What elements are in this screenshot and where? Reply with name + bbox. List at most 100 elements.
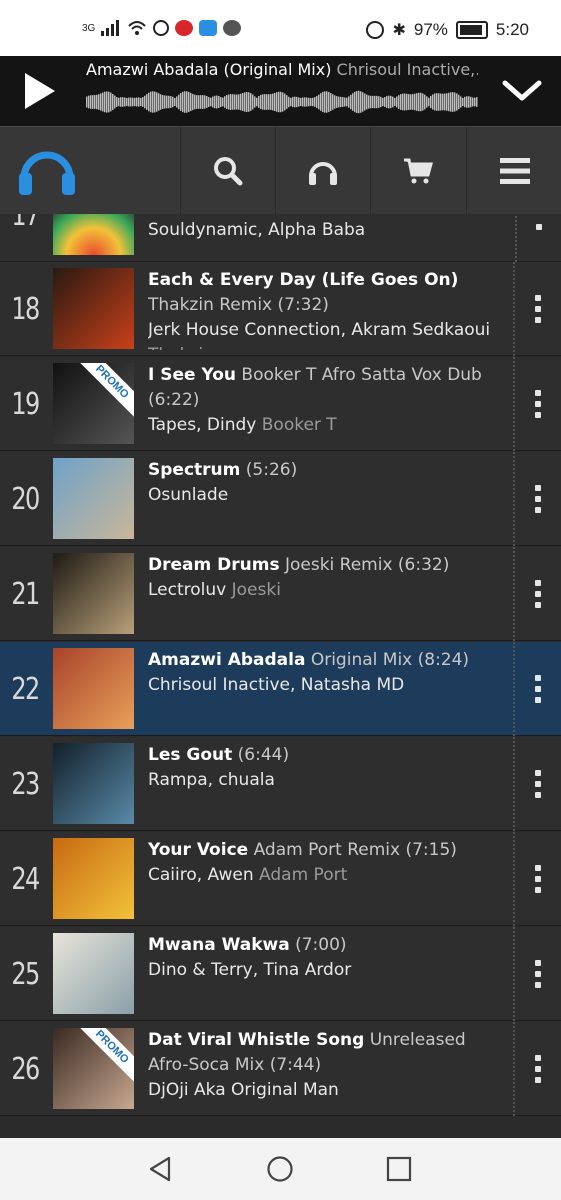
waveform-bar (384, 97, 386, 107)
track-artists: Osunlade (148, 485, 229, 505)
more-vert-icon (535, 295, 541, 323)
now-playing-artists: Chrisoul Inactive,… (336, 60, 478, 79)
track-info[interactable]: Spectrum (5:26) Osunlade (148, 458, 506, 540)
track-artwork[interactable] (53, 838, 134, 919)
track-artwork[interactable] (53, 214, 134, 255)
track-row[interactable]: 25 Mwana Wakwa (7:00) Dino & Terry, Tina A… (0, 927, 561, 1021)
track-row[interactable]: 23 Les Gout (6:44) Rampa, chuala (0, 737, 561, 831)
more-options-button[interactable] (515, 214, 561, 262)
waveform-bar (234, 94, 236, 110)
system-nav-bar (0, 1138, 561, 1200)
waveform-bar (404, 93, 406, 111)
track-info[interactable]: Mwana Wakwa (7:00) Dino & Terry, Tina Ard… (148, 933, 506, 1015)
track-number: 21 (11, 576, 40, 612)
waveform-bar (382, 97, 384, 107)
track-info[interactable]: Dream Drums Joeski Remix (6:32) Lectroluv… (148, 553, 506, 635)
now-playing-track: Amazwi Abadala (Original Mix) (86, 60, 332, 79)
cart-button[interactable] (370, 127, 465, 215)
logo[interactable] (0, 127, 180, 215)
track-row[interactable]: 19 PROMO I See You Booker T Afro Satta Vox… (0, 357, 561, 451)
track-row[interactable]: 24 Your Voice Adam Port Remix (7:15) Caiir… (0, 832, 561, 926)
waveform-bar (408, 94, 410, 110)
recents-button[interactable] (382, 1152, 416, 1186)
bitcoin-app-icon (153, 20, 170, 36)
collapse-player-button[interactable] (483, 56, 561, 126)
track-row[interactable]: 20 Spectrum (5:26) Osunlade (0, 452, 561, 546)
track-info[interactable]: Dat Viral Whistle Song Unreleased Afro-S… (148, 1028, 506, 1110)
battery-percent: 97% (413, 20, 448, 39)
waveform-bar (174, 97, 176, 107)
more-options-button[interactable] (513, 927, 561, 1021)
track-artwork[interactable] (53, 268, 134, 349)
track-info[interactable]: Your Voice Adam Port Remix (7:15) Caiiro,… (148, 838, 506, 920)
waveform-bar (440, 93, 442, 111)
waveform-bar (210, 97, 212, 107)
waveform-bar (184, 91, 186, 113)
track-artwork[interactable] (53, 553, 134, 634)
top-nav (0, 126, 561, 215)
more-options-button[interactable] (513, 1022, 561, 1116)
waveform-bar (460, 96, 462, 108)
track-artwork[interactable] (53, 458, 134, 539)
track-number: 18 (11, 291, 40, 327)
track-info[interactable]: Each & Every Day (Life Goes On) Thakzin … (148, 268, 506, 350)
track-row[interactable]: 22 Amazwi Abadala Original Mix (8:24) Chri… (0, 642, 561, 736)
menu-button[interactable] (466, 127, 561, 215)
more-vert-icon (535, 1055, 541, 1083)
track-artwork[interactable] (53, 933, 134, 1014)
chat-icon (223, 20, 242, 36)
waveform-bar (386, 96, 388, 108)
waveform-bar (120, 97, 122, 107)
more-options-button[interactable] (513, 357, 561, 451)
track-info[interactable]: Amazwi Abadala Original Mix (8:24) Chriso… (148, 648, 506, 730)
play-button[interactable] (0, 56, 78, 126)
track-artists: Jerk House Connection, Akram Sedkaoui (148, 320, 491, 340)
waveform-bar (118, 97, 120, 107)
track-info[interactable]: I See You Booker T Afro Satta Vox Dub (6… (148, 363, 506, 445)
more-options-button[interactable] (513, 832, 561, 926)
waveform-bar (186, 91, 188, 113)
waveform-bar (258, 96, 260, 108)
waveform-bar (344, 97, 346, 107)
track-artwork[interactable] (53, 648, 134, 729)
track-row[interactable]: 21 Dream Drums Joeski Remix (6:32) Lectrol… (0, 547, 561, 641)
back-button[interactable] (143, 1152, 177, 1186)
waveform-bar (446, 93, 448, 111)
waveform-bar (430, 95, 432, 109)
track-artwork[interactable]: PROMO (53, 1028, 134, 1109)
more-options-button[interactable] (513, 642, 561, 736)
waveform-bar (98, 94, 100, 110)
waveform-bar (414, 93, 416, 111)
search-button[interactable] (180, 127, 275, 215)
waveform-bar (156, 92, 158, 112)
track-artists: Dino & Terry, Tina Ardor (148, 960, 352, 980)
waveform-bar (160, 94, 162, 110)
track-artwork[interactable] (53, 743, 134, 824)
waveform-bar (204, 95, 206, 109)
waveform-bar (298, 97, 300, 107)
waveform-bar (422, 93, 424, 111)
now-playing[interactable]: Amazwi Abadala (Original Mix) Chrisoul I… (80, 56, 482, 126)
waveform-bar (162, 95, 164, 109)
track-number: 26 (11, 1051, 40, 1087)
track-row[interactable]: 18 Each & Every Day (Life Goes On) Thakzi… (0, 262, 561, 356)
more-options-button[interactable] (513, 452, 561, 546)
more-options-button[interactable] (513, 547, 561, 641)
listen-button[interactable] (275, 127, 370, 215)
more-vert-icon (535, 865, 541, 893)
track-row[interactable]: 26 PROMO Dat Viral Whistle Song Unreleased… (0, 1022, 561, 1116)
waveform-bar (220, 97, 222, 107)
track-artwork[interactable]: PROMO (53, 363, 134, 444)
waveform-bar (364, 93, 366, 111)
waveform-bar (146, 94, 148, 110)
track-info[interactable]: Les Gout (6:44) Rampa, chuala (148, 743, 506, 825)
more-options-button[interactable] (513, 262, 561, 356)
track-row-partial[interactable]: 17 Souldynamic, Alpha Baba (0, 214, 561, 262)
home-button[interactable] (263, 1152, 297, 1186)
waveform-bar (202, 95, 204, 109)
waveform-bar (266, 94, 268, 110)
waveform-bar (192, 93, 194, 111)
waveform-bar (390, 95, 392, 109)
more-options-button[interactable] (513, 737, 561, 831)
waveform[interactable] (86, 86, 478, 118)
